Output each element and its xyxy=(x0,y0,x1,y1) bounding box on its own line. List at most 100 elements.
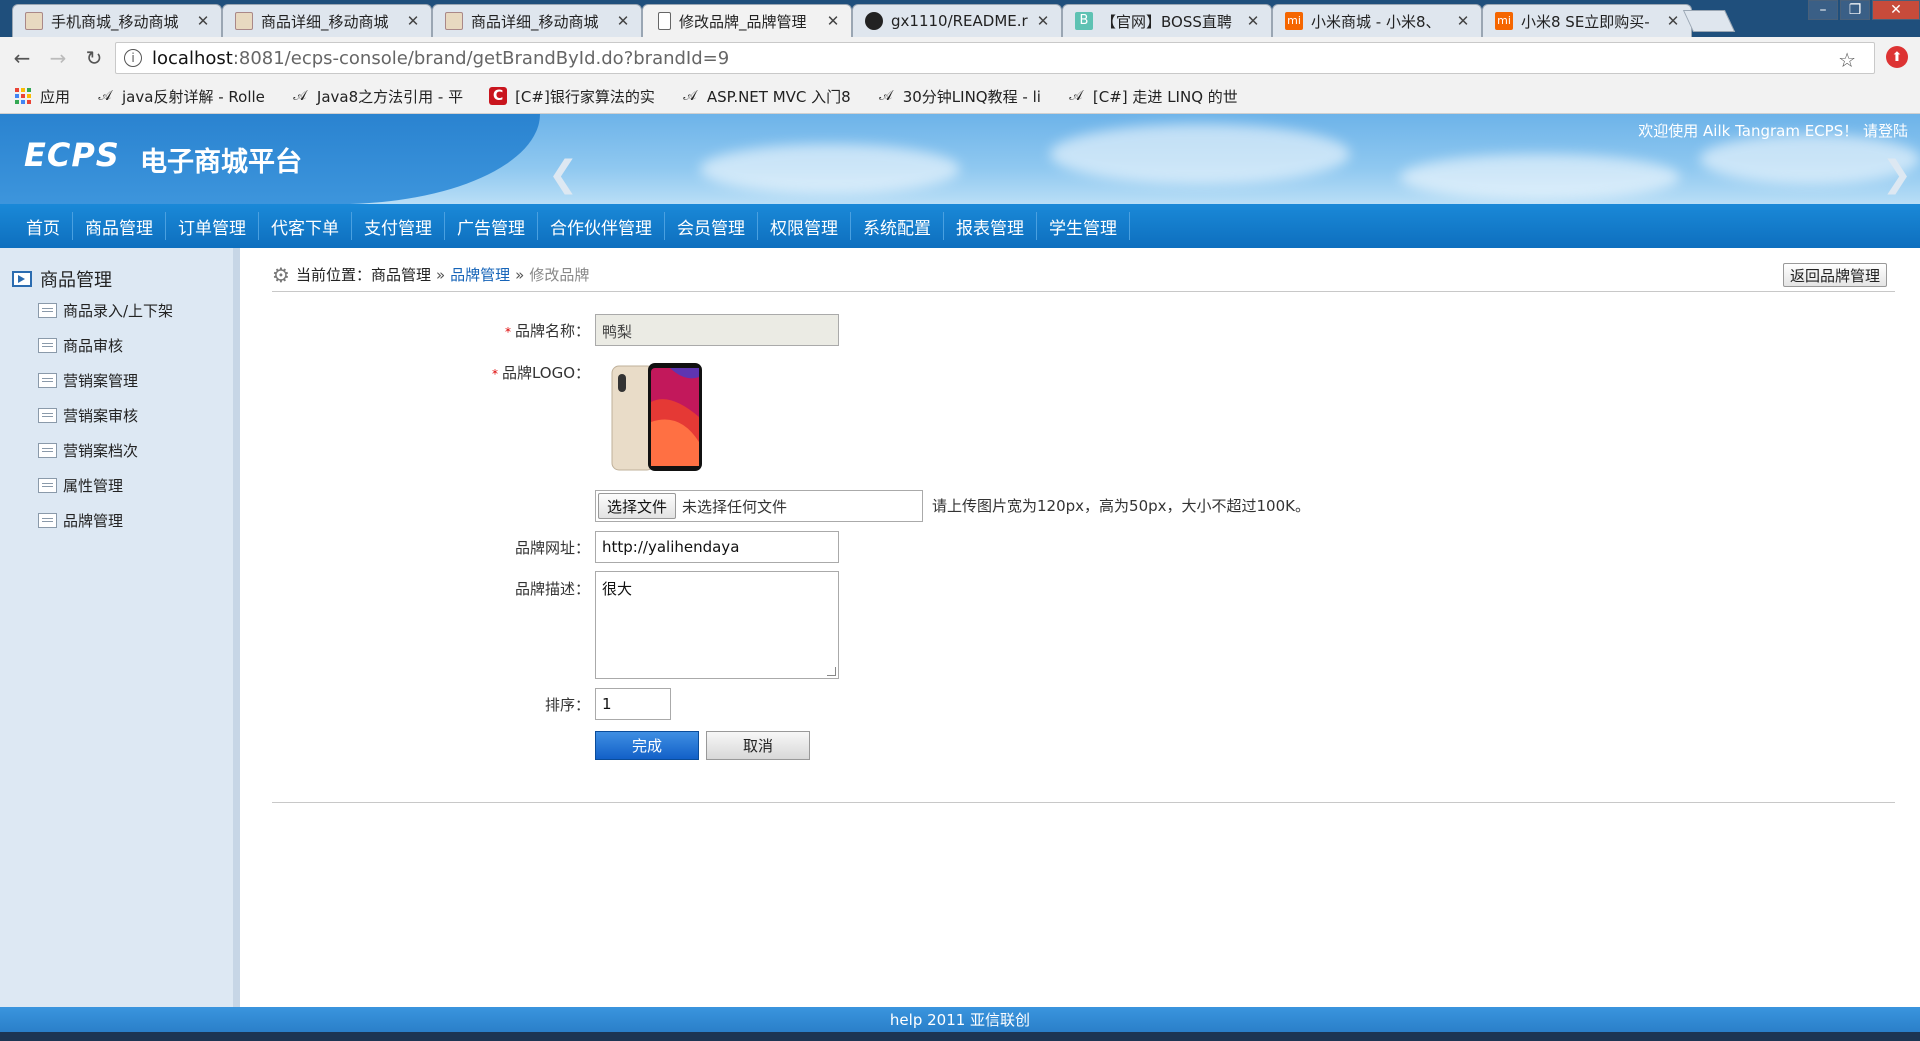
document-icon xyxy=(38,443,57,458)
bookmark-star-icon[interactable]: ☆ xyxy=(1838,48,1856,72)
window-close-icon[interactable]: ✕ xyxy=(1872,0,1920,20)
nav-item-system[interactable]: 系统配置 xyxy=(851,212,944,240)
bookmark-item[interactable]: 𝒜 [C#] 走进 LINQ 的世 xyxy=(1067,86,1237,107)
bookmark-item[interactable]: 𝒜 30分钟LINQ教程 - li xyxy=(877,86,1041,107)
close-icon[interactable]: ✕ xyxy=(1035,12,1051,30)
mi-icon: mi xyxy=(1285,12,1303,30)
sidebar-item-campaign[interactable]: 营销案管理 xyxy=(38,370,138,391)
browser-tab-strip: 手机商城_移动商城 ✕ 商品详细_移动商城 ✕ 商品详细_移动商城 ✕ 修改品牌… xyxy=(0,0,1920,37)
document-icon xyxy=(38,303,57,318)
address-bar[interactable]: i localhost:8081/ecps-console/brand/getB… xyxy=(115,42,1875,74)
bookmark-item[interactable]: C [C#]银行家算法的实 xyxy=(489,86,655,107)
browser-tab[interactable]: mi 小米商城 - 小米8、 ✕ xyxy=(1272,4,1482,37)
browser-tab[interactable]: mi 小米8 SE立即购买- ✕ xyxy=(1482,4,1692,37)
new-tab-button[interactable] xyxy=(1682,10,1736,32)
brand-desc-label: 品牌描述： xyxy=(514,580,590,598)
required-mark: * xyxy=(504,325,511,339)
choose-file-button[interactable]: 选择文件 xyxy=(598,493,677,519)
cloud-decoration xyxy=(700,144,960,194)
browser-tab[interactable]: B 【官网】BOSS直聘 ✕ xyxy=(1062,4,1272,37)
bookmark-item[interactable]: 𝒜 Java8之方法引用 - 平 xyxy=(291,86,463,107)
csdn-icon: C xyxy=(489,87,508,105)
breadcrumb-link-brands[interactable]: 品牌管理 xyxy=(450,264,510,285)
sidebar-item-attributes[interactable]: 属性管理 xyxy=(38,475,123,496)
url-path: :8081/ecps-console/brand/getBrandById.do… xyxy=(232,47,730,69)
forward-arrow-icon[interactable]: → xyxy=(44,44,72,72)
app-header: ECPS 电子商城平台 ❮ ❯ 欢迎使用 Ailk Tangram ECPS！ … xyxy=(0,114,1920,204)
nav-item-ads[interactable]: 广告管理 xyxy=(445,212,538,240)
nav-item-permissions[interactable]: 权限管理 xyxy=(758,212,851,240)
chevron-left-icon[interactable]: ❮ xyxy=(548,154,578,195)
nav-item-partners[interactable]: 合作伙伴管理 xyxy=(538,212,665,240)
maximize-icon[interactable]: ❐ xyxy=(1840,0,1870,20)
brand-logo-label: * 品牌LOGO： xyxy=(450,362,590,383)
nav-item-students[interactable]: 学生管理 xyxy=(1037,212,1130,240)
close-icon[interactable]: ✕ xyxy=(405,12,421,30)
extension-icon[interactable]: ⬆ xyxy=(1886,46,1908,68)
bookmark-icon: 𝒜 xyxy=(98,88,112,104)
nav-item-members[interactable]: 会员管理 xyxy=(665,212,758,240)
app-logo: ECPS xyxy=(24,136,120,174)
browser-tab[interactable]: gx1110/README.r ✕ xyxy=(852,4,1062,37)
brand-desc-field[interactable]: 很大 xyxy=(595,571,839,679)
address-toolbar: ← → ↻ i localhost:8081/ecps-console/bran… xyxy=(0,37,1920,79)
bookmark-label: ASP.NET MVC 入门8 xyxy=(706,87,851,106)
browser-tab[interactable]: 手机商城_移动商城 ✕ xyxy=(12,4,222,37)
chevron-right-icon[interactable]: ❯ xyxy=(1882,154,1912,195)
nav-item-proxy-order[interactable]: 代客下单 xyxy=(259,212,352,240)
close-icon[interactable]: ✕ xyxy=(1665,12,1681,30)
document-icon xyxy=(658,12,671,30)
document-icon xyxy=(38,478,57,493)
close-icon[interactable]: ✕ xyxy=(195,12,211,30)
sidebar-item-label: 商品审核 xyxy=(63,337,124,355)
sort-field[interactable]: 1 xyxy=(595,688,671,720)
close-icon[interactable]: ✕ xyxy=(615,12,631,30)
sidebar-item-brands[interactable]: 品牌管理 xyxy=(38,510,123,531)
welcome-text[interactable]: 欢迎使用 Ailk Tangram ECPS！ 请登陆 xyxy=(1638,120,1908,141)
sidebar-item-label: 商品录入/上下架 xyxy=(63,302,174,320)
browser-tab-active[interactable]: 修改品牌_品牌管理 ✕ xyxy=(642,4,852,37)
document-icon xyxy=(38,513,57,528)
browser-tab[interactable]: 商品详细_移动商城 ✕ xyxy=(222,4,432,37)
brand-url-field[interactable]: http://yalihendaya xyxy=(595,531,839,563)
breadcrumb: ⚙ 当前位置： 商品管理 » 品牌管理 » 修改品牌 返回品牌管理 xyxy=(272,258,1895,292)
browser-tab-title: 小米商城 - 小米8、 xyxy=(1311,12,1441,31)
nav-item-goods[interactable]: 商品管理 xyxy=(73,212,166,240)
nav-item-payment[interactable]: 支付管理 xyxy=(352,212,445,240)
close-icon[interactable]: ✕ xyxy=(1455,12,1471,30)
nav-item-reports[interactable]: 报表管理 xyxy=(944,212,1037,240)
sidebar-title[interactable]: 商品管理 xyxy=(12,266,112,292)
nav-item-home[interactable]: 首页 xyxy=(14,212,73,240)
breadcrumb-prefix: 当前位置： xyxy=(295,266,371,284)
browser-tab[interactable]: 商品详细_移动商城 ✕ xyxy=(432,4,642,37)
file-status: 未选择任何文件 xyxy=(682,497,788,516)
document-icon xyxy=(38,408,57,423)
bookmark-item[interactable]: 𝒜 java反射详解 - Rolle xyxy=(96,86,265,107)
footer: help 2011 亚信联创 xyxy=(0,1007,1920,1032)
url-host: localhost xyxy=(152,47,233,69)
gear-icon: ⚙ xyxy=(272,262,290,287)
brand-name-field[interactable]: 鸭梨 xyxy=(595,314,839,346)
sidebar-item-goods-audit[interactable]: 商品审核 xyxy=(38,335,123,356)
info-icon[interactable]: i xyxy=(124,49,142,67)
cancel-button[interactable]: 取消 xyxy=(706,731,810,760)
logo-file-input[interactable]: 选择文件 未选择任何文件 xyxy=(595,490,923,522)
back-to-brands-button[interactable]: 返回品牌管理 xyxy=(1782,263,1887,287)
nav-item-orders[interactable]: 订单管理 xyxy=(166,212,259,240)
bookmark-apps[interactable]: 应用 xyxy=(14,86,70,107)
sidebar-item-campaign-level[interactable]: 营销案档次 xyxy=(38,440,138,461)
submit-button[interactable]: 完成 xyxy=(595,731,699,760)
close-icon[interactable]: ✕ xyxy=(1245,12,1261,30)
back-arrow-icon[interactable]: ← xyxy=(8,44,36,72)
bookmark-item[interactable]: 𝒜 ASP.NET MVC 入门8 xyxy=(681,86,851,107)
close-icon[interactable]: ✕ xyxy=(825,12,841,30)
cloud-decoration xyxy=(1400,154,1680,200)
sidebar-item-campaign-audit[interactable]: 营销案审核 xyxy=(38,405,138,426)
sidebar-item-goods-entry[interactable]: 商品录入/上下架 xyxy=(38,300,173,321)
github-icon xyxy=(865,12,883,30)
minimize-icon[interactable]: – xyxy=(1808,0,1838,20)
cloud-decoration xyxy=(1050,124,1350,184)
reload-icon[interactable]: ↻ xyxy=(80,44,108,72)
breadcrumb-level1: 商品管理 xyxy=(370,266,431,284)
browser-tab-title: 商品详细_移动商城 xyxy=(261,12,389,31)
